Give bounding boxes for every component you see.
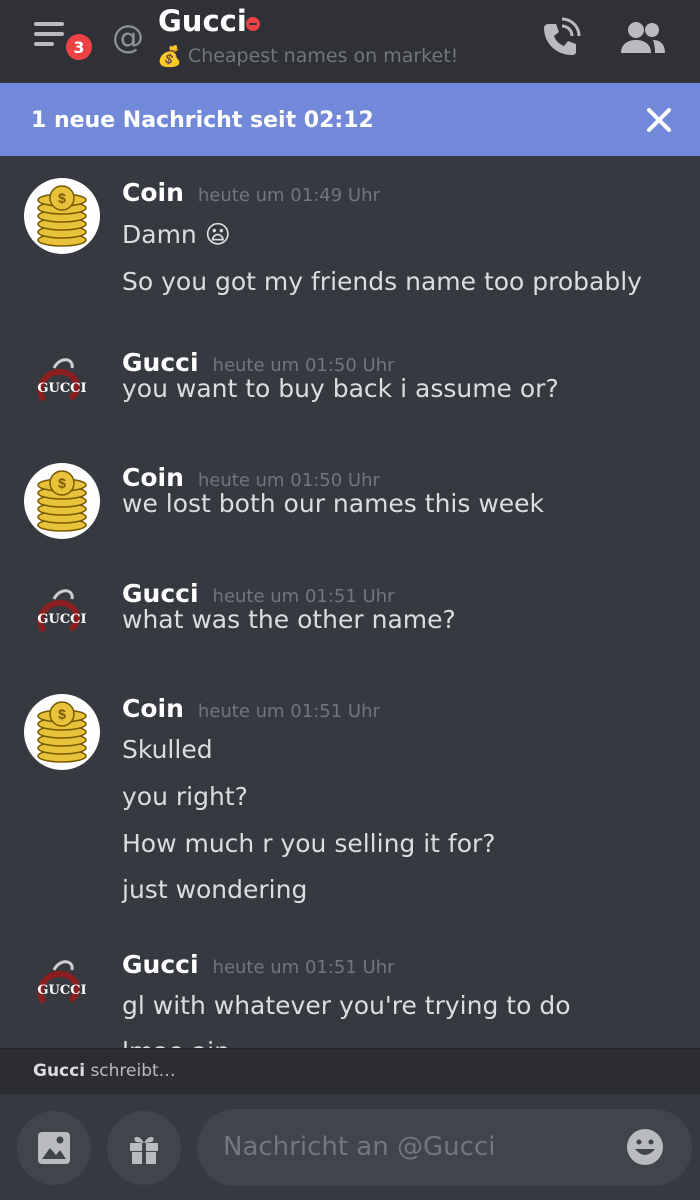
timestamp: heute um 01:51 Uhr	[212, 586, 395, 607]
money-bag-icon: 💰	[157, 44, 182, 68]
author-name[interactable]: Coin	[122, 463, 184, 492]
phone-call-icon	[544, 17, 581, 55]
author-name[interactable]: Gucci	[122, 579, 199, 608]
message-header: Coin heute um 01:51 Uhr	[122, 694, 380, 723]
message-text: what was the other name?	[122, 605, 456, 634]
coin-stack-icon: $	[37, 701, 87, 763]
status-text: Cheapest names on market!	[187, 45, 459, 67]
typing-text: Gucci schreibt…	[33, 1061, 176, 1081]
message-text: gl with whatever you're trying to do	[122, 991, 571, 1020]
close-icon[interactable]	[644, 105, 674, 135]
message-text: How much r you selling it for?	[122, 829, 496, 858]
message-text: you want to buy back i assume or?	[122, 374, 559, 403]
members-icon	[621, 22, 665, 53]
message-text: Skulled	[122, 735, 213, 764]
gift-icon	[130, 1136, 158, 1164]
author-name[interactable]: Coin	[122, 178, 184, 207]
avatar[interactable]: GUCCI	[24, 579, 100, 655]
message-text: you right?	[122, 782, 248, 811]
message-header: Gucci heute um 01:51 Uhr	[122, 579, 395, 608]
message-header: Coin heute um 01:49 Uhr	[122, 178, 380, 207]
timestamp: heute um 01:49 Uhr	[197, 185, 380, 206]
attach-image-button[interactable]	[17, 1111, 91, 1185]
typing-label: schreibt…	[85, 1061, 176, 1081]
message-text: just wondering	[122, 875, 308, 904]
timestamp: heute um 01:50 Uhr	[212, 355, 395, 376]
snake-logo-icon: GUCCI	[37, 960, 87, 1004]
author-name[interactable]: Gucci	[122, 348, 199, 377]
author-name[interactable]: Gucci	[122, 950, 199, 979]
member-list-button[interactable]	[617, 17, 667, 61]
voice-call-button[interactable]	[538, 16, 582, 60]
at-icon: @	[112, 18, 144, 56]
banner-text: 1 neue Nachricht seit 02:12	[31, 108, 374, 133]
avatar[interactable]: $	[24, 694, 100, 770]
message-header: Gucci heute um 01:50 Uhr	[122, 348, 395, 377]
message-header: Gucci heute um 01:51 Uhr	[122, 950, 395, 979]
typing-user: Gucci	[33, 1061, 86, 1081]
menu-button[interactable]: 3	[34, 18, 95, 63]
message-list[interactable]: $ Coin heute um 01:49 Uhr Damn 😦 So you …	[0, 156, 700, 1048]
custom-status: 💰 Cheapest names on market!	[157, 44, 458, 68]
avatar[interactable]: GUCCI	[24, 950, 100, 1026]
timestamp: heute um 01:51 Uhr	[197, 701, 380, 722]
snake-logo-icon: GUCCI	[37, 358, 87, 402]
message-input-placeholder: Nachricht an @Gucci	[223, 1132, 496, 1162]
image-icon	[38, 1132, 70, 1164]
svg-text:GUCCI: GUCCI	[37, 381, 86, 396]
avatar[interactable]: $	[24, 463, 100, 539]
channel-header: 3 @ Gucci 💰 Cheapest names on market!	[0, 0, 700, 82]
svg-text:$: $	[58, 706, 66, 722]
dnd-status-icon	[246, 17, 260, 31]
message-text: So you got my friends name too probably	[122, 267, 642, 296]
message-composer: Nachricht an @Gucci	[0, 1094, 700, 1200]
message-header: Coin heute um 01:50 Uhr	[122, 463, 380, 492]
message-input[interactable]: Nachricht an @Gucci	[197, 1109, 692, 1186]
message-text: lmao ain	[122, 1037, 230, 1048]
timestamp: heute um 01:50 Uhr	[197, 470, 380, 491]
svg-text:$: $	[58, 190, 66, 206]
gift-button[interactable]	[107, 1111, 181, 1185]
emoji-icon[interactable]	[625, 1127, 665, 1167]
new-messages-banner[interactable]: 1 neue Nachricht seit 02:12	[0, 83, 700, 156]
author-name[interactable]: Coin	[122, 694, 184, 723]
svg-text:GUCCI: GUCCI	[37, 612, 86, 627]
coin-stack-icon: $	[37, 470, 87, 532]
notification-badge: 3	[63, 31, 95, 63]
typing-indicator: Gucci schreibt…	[0, 1048, 700, 1095]
svg-text:$: $	[58, 475, 66, 491]
channel-title[interactable]: Gucci	[158, 4, 247, 38]
svg-text:GUCCI: GUCCI	[37, 983, 86, 998]
avatar[interactable]: $	[24, 178, 100, 254]
avatar[interactable]: GUCCI	[24, 348, 100, 424]
timestamp: heute um 01:51 Uhr	[212, 957, 395, 978]
message-text: Damn 😦	[122, 220, 231, 249]
message-text: we lost both our names this week	[122, 489, 545, 518]
snake-logo-icon: GUCCI	[37, 589, 87, 633]
coin-stack-icon: $	[37, 185, 87, 247]
